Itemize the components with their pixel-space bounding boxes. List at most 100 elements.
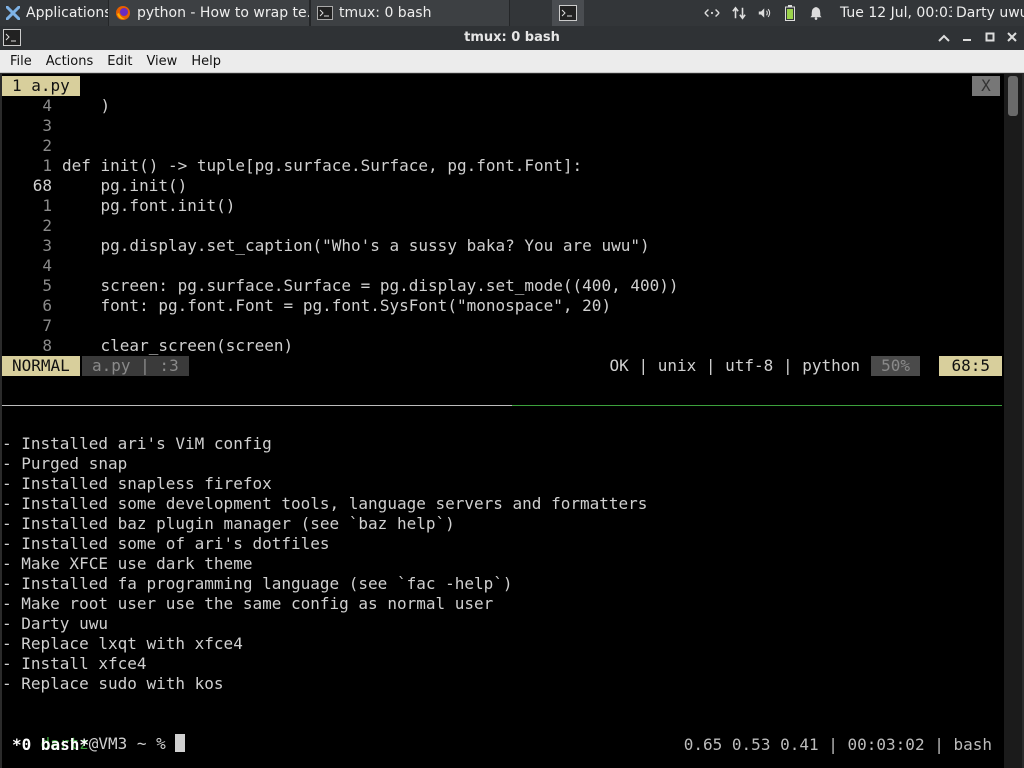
notification-bell-icon[interactable] xyxy=(804,0,828,26)
vim-code-line[interactable]: 6 font: pg.font.Font = pg.font.SysFont("… xyxy=(2,296,611,316)
minimize-icon xyxy=(962,31,972,46)
taskbar-item-label: tmux: 0 bash xyxy=(339,5,432,21)
shell-output-line: - Installed some development tools, lang… xyxy=(2,494,648,513)
shell-output-line: - Make root user use the same config as … xyxy=(2,594,494,613)
line-number: 6 xyxy=(42,296,52,315)
taskbar-item-label: python - How to wrap te... xyxy=(137,5,310,21)
line-number: 2 xyxy=(42,216,52,235)
code-text: screen: pg.surface.Surface = pg.display.… xyxy=(62,276,679,295)
vim-code-line[interactable]: 3 xyxy=(2,116,62,136)
code-text: pg.display.set_caption("Who's a sussy ba… xyxy=(62,236,650,255)
network-icon[interactable] xyxy=(698,0,726,26)
tmux-pane-divider-active xyxy=(512,405,1002,406)
shell-output-line: - Darty uwu xyxy=(2,614,108,633)
transfer-arrows-icon[interactable] xyxy=(726,0,752,26)
line-number: 7 xyxy=(42,316,52,335)
taskbar-item-firefox[interactable]: python - How to wrap te... xyxy=(108,0,310,26)
volume-icon[interactable] xyxy=(752,0,778,26)
terminal-area[interactable]: 1 a.py X 4 ) 3 2 1 def init() -> tuple[pg.su… xyxy=(2,74,1022,768)
vim-cursor-position: 68:5 xyxy=(939,356,1002,376)
vim-code-line[interactable]: 3 pg.display.set_caption("Who's a sussy … xyxy=(2,236,650,256)
line-number: 8 xyxy=(42,336,52,355)
applications-label: Applications xyxy=(26,5,108,21)
vim-statusline: NORMAL a.py | :3 OK | unix | utf-8 | pyt… xyxy=(2,356,1002,376)
line-number: 1 xyxy=(42,196,52,215)
line-number: 3 xyxy=(42,236,52,255)
shell-output-line: - Installed some of ari's dotfiles xyxy=(2,534,330,553)
vim-code-line[interactable]: 2 xyxy=(2,136,62,156)
tmux-statusbar: *0 bash* 0.65 0.53 0.41 | 00:03:02 | bas… xyxy=(2,734,1002,756)
window-titlebar[interactable]: tmux: 0 bash xyxy=(0,26,1024,50)
shell-output-line: - Replace lxqt with xfce4 xyxy=(2,634,243,653)
shell-output-line: - Installed ari's ViM config xyxy=(2,434,272,453)
shell-output-line: - Installed snapless firefox xyxy=(2,474,272,493)
shell-output-line: - Installed fa programming language (see… xyxy=(2,574,513,593)
scrollbar-thumb[interactable] xyxy=(1008,76,1018,116)
firefox-icon xyxy=(115,5,131,21)
line-number: 68 xyxy=(32,176,52,195)
vim-code-line[interactable]: 8 clear_screen(screen) xyxy=(2,336,293,356)
menu-file[interactable]: File xyxy=(4,54,38,69)
user-menu[interactable]: Darty uwu xyxy=(950,0,1024,26)
vim-mode-indicator: NORMAL xyxy=(2,356,80,376)
menu-actions[interactable]: Actions xyxy=(40,54,100,69)
menu-edit[interactable]: Edit xyxy=(101,54,138,69)
line-number: 1 xyxy=(42,156,52,175)
menu-help[interactable]: Help xyxy=(185,54,227,69)
vim-code-line[interactable]: 4 ) xyxy=(2,96,110,116)
vim-code-line[interactable]: 1 pg.font.init() xyxy=(2,196,235,216)
battery-icon[interactable] xyxy=(778,0,802,26)
vim-tabline: 1 a.py X xyxy=(2,76,1002,96)
line-number: 5 xyxy=(42,276,52,295)
shell-prompt-line[interactable]: dartz@VM3 ~ % xyxy=(2,714,186,753)
code-text: font: pg.font.Font = pg.font.SysFont("mo… xyxy=(62,296,612,315)
code-text: ) xyxy=(62,96,111,115)
shell-output-line: - Replace sudo with kos xyxy=(2,674,224,693)
tmux-window-indicator[interactable]: *0 bash* xyxy=(12,735,89,755)
code-text: pg.font.init() xyxy=(62,196,236,215)
vim-tab-current[interactable]: 1 a.py xyxy=(2,76,80,96)
vim-code-line[interactable]: 5 screen: pg.surface.Surface = pg.displa… xyxy=(2,276,679,296)
close-icon xyxy=(1007,31,1017,46)
shell-output-line: - Purged snap xyxy=(2,454,128,473)
maximize-icon xyxy=(985,31,995,46)
taskbar-item-terminal[interactable]: tmux: 0 bash xyxy=(310,0,510,26)
vim-file-indicator: a.py | :3 xyxy=(82,356,189,376)
tmux-status-right: 0.65 0.53 0.41 | 00:03:02 | bash xyxy=(683,735,992,754)
workspace-switcher-terminal[interactable] xyxy=(552,0,584,26)
line-number: 4 xyxy=(42,96,52,115)
shell-output-line: - Installed baz plugin manager (see `baz… xyxy=(2,514,455,533)
code-text: def init() -> tuple[pg.surface.Surface, … xyxy=(62,156,583,175)
chevron-up-icon xyxy=(938,31,950,46)
shell-output-line: - Make XFCE use dark theme xyxy=(2,554,253,573)
menu-view[interactable]: View xyxy=(140,54,183,69)
clock[interactable]: Tue 12 Jul, 00:03 xyxy=(834,0,952,26)
vim-code-line[interactable]: 2 xyxy=(2,216,62,236)
minimize-button[interactable] xyxy=(957,28,977,48)
maximize-button[interactable] xyxy=(980,28,1000,48)
terminal-icon xyxy=(317,6,333,20)
xfce-logo-icon xyxy=(6,6,20,20)
clock-label: Tue 12 Jul, 00:03 xyxy=(840,5,952,21)
vim-code-line[interactable]: 7 xyxy=(2,316,62,336)
close-button[interactable] xyxy=(1002,28,1022,48)
tmux-pane-divider xyxy=(2,405,512,406)
vim-scroll-percent: 50% xyxy=(871,356,920,376)
line-number: 2 xyxy=(42,136,52,155)
terminal-icon xyxy=(559,5,577,21)
vim-code-line[interactable]: 4 xyxy=(2,256,62,276)
user-name: Darty uwu xyxy=(956,5,1024,21)
vim-code-line[interactable]: 68 pg.init() xyxy=(2,176,188,196)
vim-file-info: OK | unix | utf-8 | python xyxy=(609,356,860,375)
line-number: 4 xyxy=(42,256,52,275)
code-text: pg.init() xyxy=(62,176,188,195)
shade-button[interactable] xyxy=(934,28,954,48)
vim-tab-close-button[interactable]: X xyxy=(972,76,1000,96)
top-panel: Applications python - How to wrap te... … xyxy=(0,0,1024,26)
terminal-scrollbar[interactable] xyxy=(1004,74,1022,768)
menubar: File Actions Edit View Help xyxy=(0,50,1024,73)
window-title: tmux: 0 bash xyxy=(464,30,560,45)
vim-code-line[interactable]: 1 def init() -> tuple[pg.surface.Surface,… xyxy=(2,156,582,176)
applications-menu-button[interactable]: Applications xyxy=(0,0,108,26)
code-text: clear_screen(screen) xyxy=(62,336,294,355)
